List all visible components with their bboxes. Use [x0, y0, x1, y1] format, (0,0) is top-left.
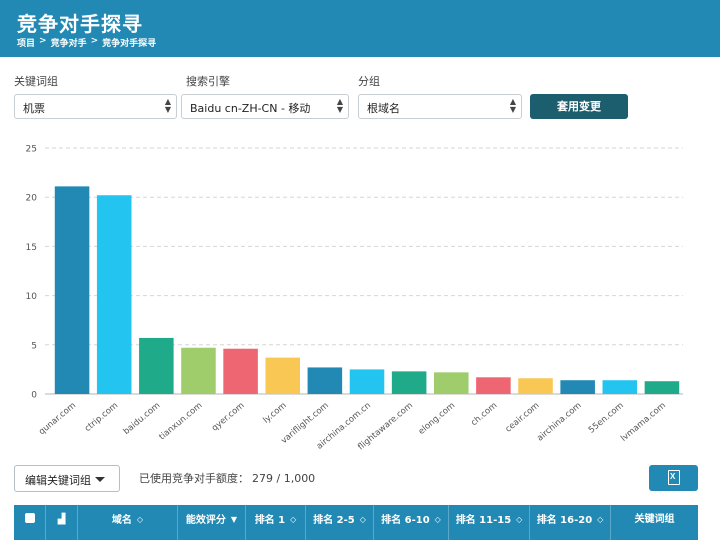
select-all-checkbox[interactable] — [14, 505, 46, 540]
col-rank-2-5[interactable]: 排名 2-5 ◇ — [306, 505, 374, 540]
page-title: 竞争对手探寻 — [17, 12, 143, 36]
y-tick-label: 25 — [26, 145, 37, 155]
bar — [349, 369, 385, 394]
x-tick-label: lvmama.com — [619, 401, 668, 444]
edit-keyword-group-label: 编辑关键词组 — [25, 474, 91, 487]
breadcrumb-separator: > — [90, 36, 99, 46]
keyword-group-value: 机票 — [23, 102, 45, 115]
sort-icon: ◇ — [136, 515, 144, 524]
y-tick-label: 10 — [26, 292, 38, 302]
bar — [391, 371, 427, 394]
x-tick-label: qunar.com — [37, 401, 78, 438]
bar — [223, 348, 258, 394]
bar — [602, 380, 638, 394]
search-engine-select[interactable]: Baidu cn-ZH-CN - 移动 ▲ ▼ — [181, 94, 349, 119]
breadcrumb-item-project[interactable]: 项目 — [17, 36, 35, 49]
keyword-group-select[interactable]: 机票 ▲ ▼ — [14, 94, 177, 119]
col-efficiency-score[interactable]: 能效评分 ▼ — [178, 505, 246, 540]
bar — [518, 378, 553, 394]
col-domain[interactable]: 域名 ◇ — [78, 505, 178, 540]
bar — [433, 372, 469, 394]
x-tick-label: ly.com — [262, 401, 289, 426]
breadcrumb: 项目 > 竞争对手 > 竞争对手探寻 — [17, 36, 156, 49]
col-keyword-group: 关键词组 — [634, 514, 675, 525]
x-tick-label: ch.com — [469, 401, 499, 429]
search-engine-value: Baidu cn-ZH-CN - 移动 — [190, 102, 311, 115]
select-arrows-icon: ▲ ▼ — [509, 97, 516, 114]
x-tick-label: 55en.com — [587, 401, 626, 436]
bar-chart-icon: ▟ — [57, 514, 66, 525]
grouping-value: 根域名 — [367, 102, 400, 115]
x-tick-label: airchina.com — [535, 401, 583, 444]
x-tick-label: elong.com — [417, 401, 457, 437]
bar — [644, 381, 680, 394]
y-tick-label: 15 — [26, 243, 37, 253]
apply-changes-button[interactable]: 套用变更 — [530, 94, 628, 119]
x-tick-label: tianxun.com — [157, 401, 204, 443]
bar — [476, 377, 511, 394]
col-rank-1[interactable]: 排名 1 ◇ — [246, 505, 306, 540]
grouping-label: 分组 — [358, 75, 380, 88]
breadcrumb-separator: > — [39, 36, 47, 46]
breadcrumb-item-current: 竞争对手探寻 — [102, 39, 157, 49]
grouping-select[interactable]: 根域名 ▲ ▼ — [358, 94, 522, 119]
x-tick-label: ceair.com — [504, 401, 542, 435]
bar — [560, 380, 595, 394]
col-rank-16-20[interactable]: 排名 16-20 ◇ — [530, 505, 611, 540]
select-arrows-icon: ▲ ▼ — [164, 97, 171, 114]
y-tick-label: 20 — [26, 194, 38, 204]
quota-value: 279 / 1,000 — [252, 472, 316, 485]
sort-desc-icon: ▼ — [230, 515, 238, 524]
sort-icon: ◇ — [290, 515, 297, 524]
bar — [96, 195, 132, 394]
col-rank-11-15[interactable]: 排名 11-15 ◇ — [449, 505, 530, 540]
chart-toggle-column[interactable]: ▟ — [46, 505, 78, 540]
excel-export-icon — [668, 470, 680, 485]
search-engine-label: 搜索引擎 — [186, 75, 230, 88]
checkbox-icon — [24, 513, 35, 523]
sort-icon: ◇ — [434, 515, 441, 524]
page-header: 竞争对手探寻 项目 > 竞争对手 > 竞争对手探寻 — [0, 0, 720, 57]
sort-icon: ◇ — [597, 515, 604, 524]
competitor-bar-chart: 0 5 10 15 20 25 qunar.com ctrip.com baidu.comtia… — [26, 145, 683, 452]
y-tick-label: 0 — [31, 391, 37, 401]
x-tick-label: qyer.com — [210, 401, 246, 434]
keyword-group-label: 关键词组 — [14, 75, 58, 88]
breadcrumb-item-competitors[interactable]: 竞争对手 — [51, 36, 87, 49]
quota-text: 已使用竞争对手额度： 279 / 1,000 — [136, 470, 315, 486]
quota-label: 已使用竞争对手额度： — [139, 472, 249, 485]
export-excel-button[interactable] — [649, 465, 698, 491]
sort-icon: ◇ — [359, 515, 366, 524]
x-tick-label: ctrip.com — [83, 401, 120, 434]
x-tick-label: baidu.com — [122, 401, 163, 437]
chevron-down-icon — [95, 477, 105, 482]
sort-icon: ◇ — [516, 515, 523, 524]
select-arrows-icon: ▲ ▼ — [336, 97, 343, 114]
table-header: ▟ 域名 ◇ 能效评分 ▼ 排名 1 ◇ 排名 2-5 ◇ 排名 6-10 ◇ 排名 11… — [14, 505, 698, 540]
bar — [307, 367, 343, 394]
col-rank-6-10[interactable]: 排名 6-10 ◇ — [374, 505, 449, 540]
edit-keyword-group-button[interactable]: 编辑关键词组 — [14, 465, 120, 492]
bar — [181, 347, 216, 394]
bar — [265, 357, 301, 394]
bar — [54, 186, 90, 394]
bar — [139, 337, 174, 394]
y-tick-label: 5 — [31, 341, 37, 351]
